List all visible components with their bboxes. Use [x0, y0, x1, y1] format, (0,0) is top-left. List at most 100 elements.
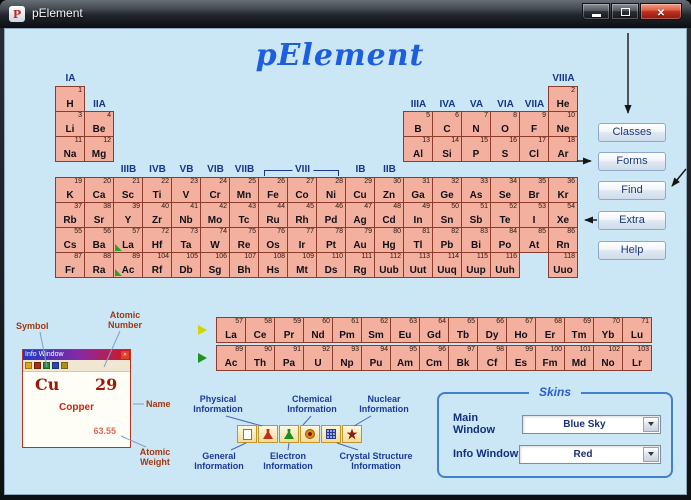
element-cell-K[interactable]: 19K [55, 177, 85, 203]
element-cell-N[interactable]: 7N [461, 111, 491, 137]
element-cell-Ni[interactable]: 28Ni [316, 177, 346, 203]
element-cell-Uub[interactable]: 112Uub [374, 252, 404, 278]
info-window-skin-combo[interactable]: Red [519, 445, 661, 464]
element-cell-Mg[interactable]: 12Mg [84, 136, 114, 162]
element-cell-Uuh[interactable]: 116Uuh [490, 252, 520, 278]
element-cell-Am[interactable]: 95Am [390, 345, 420, 371]
element-cell-Nd[interactable]: 60Nd [303, 317, 333, 343]
element-cell-Zr[interactable]: 40Zr [142, 202, 172, 228]
element-cell-Ca[interactable]: 20Ca [84, 177, 114, 203]
element-cell-Al[interactable]: 13Al [403, 136, 433, 162]
element-cell-Xe[interactable]: 54Xe [548, 202, 578, 228]
info-toolbar-icon[interactable] [25, 362, 32, 369]
element-cell-Ra[interactable]: 88Ra [84, 252, 114, 278]
element-cell-Rg[interactable]: 111Rg [345, 252, 375, 278]
element-cell-Rb[interactable]: 37Rb [55, 202, 85, 228]
info-toolbar-icon[interactable] [52, 362, 59, 369]
info-toolbar-icon[interactable] [34, 362, 41, 369]
element-cell-La[interactable]: 57La [113, 227, 143, 253]
element-cell-Sr[interactable]: 38Sr [84, 202, 114, 228]
element-cell-U[interactable]: 92U [303, 345, 333, 371]
extra-button[interactable]: Extra [598, 211, 666, 230]
element-cell-Ds[interactable]: 110Ds [316, 252, 346, 278]
element-cell-Hf[interactable]: 72Hf [142, 227, 172, 253]
forms-button[interactable]: Forms [598, 152, 666, 171]
element-cell-Cr[interactable]: 24Cr [200, 177, 230, 203]
element-cell-Be[interactable]: 4Be [84, 111, 114, 137]
chemical-information-icon[interactable] [300, 425, 320, 443]
element-cell-P[interactable]: 15P [461, 136, 491, 162]
crystal-structure-information-icon[interactable] [321, 425, 341, 443]
element-cell-At[interactable]: 85At [519, 227, 549, 253]
combo-dropdown-button[interactable] [643, 417, 659, 432]
element-cell-W[interactable]: 74W [200, 227, 230, 253]
element-cell-Tb[interactable]: 65Tb [448, 317, 478, 343]
element-cell-Pu[interactable]: 94Pu [361, 345, 391, 371]
element-cell-La[interactable]: 57La [216, 317, 246, 343]
element-cell-Sm[interactable]: 62Sm [361, 317, 391, 343]
element-cell-Uup[interactable]: 115Uup [461, 252, 491, 278]
element-cell-Bi[interactable]: 83Bi [461, 227, 491, 253]
element-cell-Pr[interactable]: 59Pr [274, 317, 304, 343]
element-cell-Db[interactable]: 105Db [171, 252, 201, 278]
element-cell-Y[interactable]: 39Y [113, 202, 143, 228]
main-window-skin-combo[interactable]: Blue Sky [522, 415, 661, 434]
element-cell-Fr[interactable]: 87Fr [55, 252, 85, 278]
nuclear-information-icon[interactable] [342, 425, 362, 443]
element-cell-Md[interactable]: 101Md [564, 345, 594, 371]
element-cell-Tc[interactable]: 43Tc [229, 202, 259, 228]
element-cell-Lr[interactable]: 103Lr [622, 345, 652, 371]
element-cell-H[interactable]: 1H [55, 86, 85, 112]
element-cell-Br[interactable]: 35Br [519, 177, 549, 203]
element-cell-B[interactable]: 5B [403, 111, 433, 137]
find-button[interactable]: Find [598, 181, 666, 200]
element-cell-Ag[interactable]: 47Ag [345, 202, 375, 228]
element-cell-Tm[interactable]: 69Tm [564, 317, 594, 343]
element-cell-Ba[interactable]: 56Ba [84, 227, 114, 253]
element-cell-Co[interactable]: 27Co [287, 177, 317, 203]
electron-information-icon[interactable] [279, 425, 299, 443]
element-cell-Os[interactable]: 76Os [258, 227, 288, 253]
element-cell-Ho[interactable]: 67Ho [506, 317, 536, 343]
element-cell-I[interactable]: 53I [519, 202, 549, 228]
element-cell-Ga[interactable]: 31Ga [403, 177, 433, 203]
element-cell-Cl[interactable]: 17Cl [519, 136, 549, 162]
info-window-titlebar[interactable]: Info Window [23, 350, 130, 360]
element-cell-Li[interactable]: 3Li [55, 111, 85, 137]
element-cell-O[interactable]: 8O [490, 111, 520, 137]
element-cell-Si[interactable]: 14Si [432, 136, 462, 162]
element-cell-Np[interactable]: 93Np [332, 345, 362, 371]
element-cell-Fe[interactable]: 26Fe [258, 177, 288, 203]
element-cell-Rh[interactable]: 45Rh [287, 202, 317, 228]
element-cell-Uut[interactable]: 113Uut [403, 252, 433, 278]
element-cell-Uuq[interactable]: 114Uuq [432, 252, 462, 278]
element-cell-Nb[interactable]: 41Nb [171, 202, 201, 228]
element-cell-Ta[interactable]: 73Ta [171, 227, 201, 253]
element-cell-Ne[interactable]: 10Ne [548, 111, 578, 137]
element-cell-Hg[interactable]: 80Hg [374, 227, 404, 253]
element-cell-Cd[interactable]: 48Cd [374, 202, 404, 228]
element-cell-Es[interactable]: 99Es [506, 345, 536, 371]
element-cell-Po[interactable]: 84Po [490, 227, 520, 253]
element-cell-Th[interactable]: 90Th [245, 345, 275, 371]
element-cell-He[interactable]: 2He [548, 86, 578, 112]
element-cell-Mn[interactable]: 25Mn [229, 177, 259, 203]
element-cell-Dy[interactable]: 66Dy [477, 317, 507, 343]
element-cell-Cf[interactable]: 98Cf [477, 345, 507, 371]
element-cell-Cs[interactable]: 55Cs [55, 227, 85, 253]
element-cell-Ti[interactable]: 22Ti [142, 177, 172, 203]
element-cell-As[interactable]: 33As [461, 177, 491, 203]
info-window[interactable]: Info Window Cu 29 Copper 63.55 [22, 349, 131, 448]
element-cell-Er[interactable]: 68Er [535, 317, 565, 343]
classes-button[interactable]: Classes [598, 123, 666, 142]
element-cell-Ge[interactable]: 32Ge [432, 177, 462, 203]
element-cell-Pm[interactable]: 61Pm [332, 317, 362, 343]
element-cell-Yb[interactable]: 70Yb [593, 317, 623, 343]
element-cell-Tl[interactable]: 81Tl [403, 227, 433, 253]
element-cell-Sc[interactable]: 21Sc [113, 177, 143, 203]
help-button[interactable]: Help [598, 241, 666, 260]
element-cell-Mo[interactable]: 42Mo [200, 202, 230, 228]
element-cell-Pt[interactable]: 78Pt [316, 227, 346, 253]
info-toolbar-icon[interactable] [61, 362, 68, 369]
element-cell-Rf[interactable]: 104Rf [142, 252, 172, 278]
